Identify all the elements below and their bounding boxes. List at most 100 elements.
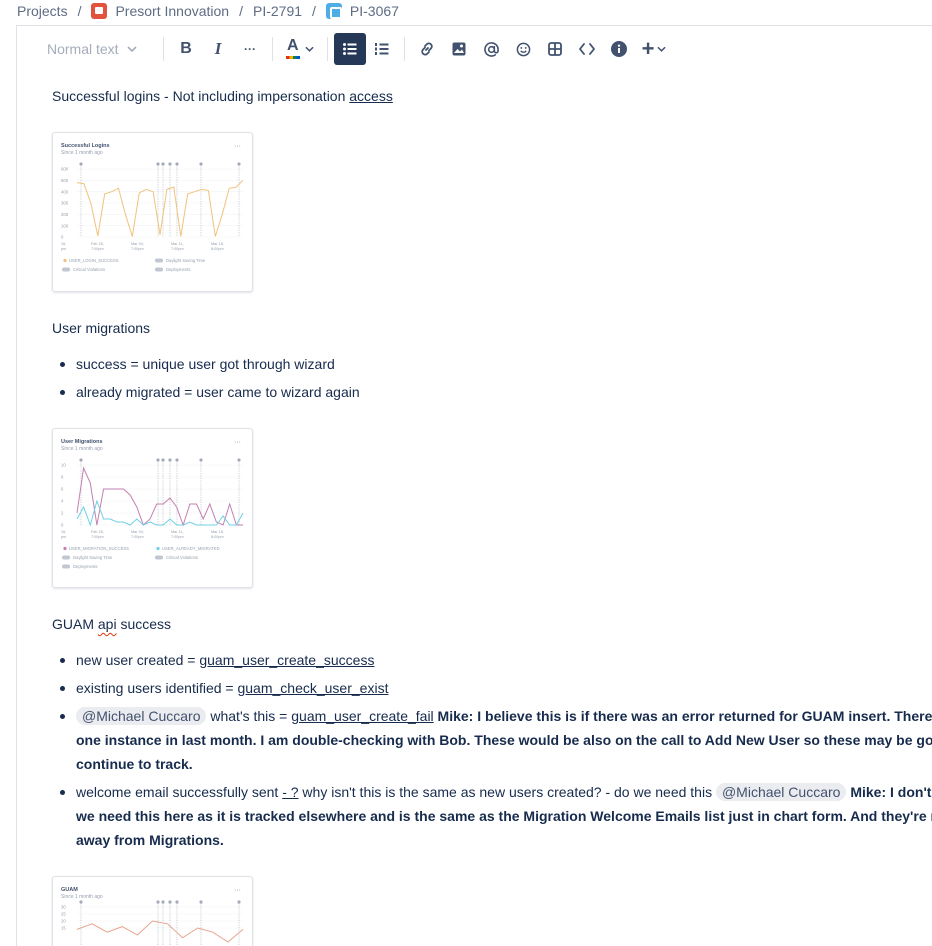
text-style-dropdown[interactable]: Normal text: [37, 33, 157, 65]
more-formatting-button[interactable]: ···: [234, 33, 266, 65]
successful-logins-chart[interactable]: Successful Logins Since 1 month ago ··· 600…: [52, 132, 253, 292]
event-marker-dot: [156, 162, 160, 166]
y-tick-label: 10: [61, 463, 66, 468]
event-name: guam_user_create_fail: [291, 708, 434, 724]
list-item: success = unique user got through wizard: [60, 352, 360, 376]
series-line: [76, 179, 244, 237]
user-migrations-heading: User migrations: [52, 320, 151, 336]
event-marker-dot: [79, 900, 83, 904]
x-tick-label: 7:00pm: [91, 535, 104, 539]
image-button[interactable]: [443, 33, 475, 65]
chart-subtitle: Since 1 month ago: [61, 446, 103, 452]
user-mention[interactable]: @Michael Cuccaro: [76, 707, 207, 725]
heading-text: api: [97, 616, 117, 632]
heading-text: success: [116, 616, 172, 632]
list-item: new user created = guam_user_create_succ…: [59, 648, 932, 672]
user-migrations-chart[interactable]: User Migrations Since 1 month ago ··· 10 8 6 4…: [52, 428, 253, 588]
breadcrumb-projects[interactable]: Projects: [17, 3, 68, 19]
event-name: guam_check_user_exist: [237, 680, 389, 696]
breadcrumb-pi-3067[interactable]: PI-3067: [325, 3, 399, 19]
toolbar-divider: [327, 37, 328, 61]
list-text: existing users identified =: [76, 680, 238, 696]
chevron-down-icon: [127, 44, 137, 55]
access-link[interactable]: access: [349, 88, 393, 104]
event-marker-dot: [175, 900, 179, 904]
text-color-button[interactable]: A: [279, 33, 321, 65]
x-tick-label: pm: [61, 535, 66, 539]
y-tick-label: 600: [61, 167, 69, 172]
chart-title: GUAM: [61, 887, 78, 893]
italic-button[interactable]: I: [202, 33, 234, 65]
list-text: what's this =: [206, 708, 292, 724]
y-tick-label: 8: [61, 475, 64, 480]
y-tick-label: 20: [61, 919, 66, 924]
bullet-list-icon: [343, 43, 357, 55]
event-marker-dot: [175, 162, 179, 166]
bullet-list-button[interactable]: [334, 33, 366, 65]
event-marker-dot: [79, 458, 83, 462]
toolbar-divider: [163, 37, 164, 61]
event-marker-dot: [237, 458, 241, 462]
event-marker-dot: [175, 458, 179, 462]
legend-label: Deployments: [73, 564, 97, 569]
chart-menu-icon: ···: [234, 439, 241, 446]
text-style-label: Normal text: [47, 41, 119, 57]
breadcrumb-label: PI-3067: [349, 3, 399, 19]
y-tick-label: 500: [61, 178, 69, 183]
breadcrumb-presort-innovation[interactable]: Presort Innovation: [91, 3, 229, 19]
emoji-button[interactable]: [507, 33, 539, 65]
y-tick-label: 0: [61, 523, 64, 528]
info-panel-button[interactable]: [603, 33, 635, 65]
breadcrumb-pi-2791[interactable]: PI-2791: [253, 3, 302, 19]
table-icon: [548, 42, 562, 56]
text-color-icon: A: [286, 37, 300, 59]
y-tick-label: 30: [61, 905, 66, 910]
breadcrumb: Projects / Presort Innovation / PI-2791 …: [0, 0, 932, 22]
guam-api-heading: GUAM api success: [52, 612, 171, 636]
successful-logins-chart-svg: Successful LoginsSince 1 month ago ··· 600…: [61, 143, 244, 272]
event-marker-dot: [156, 458, 160, 462]
link-icon: [421, 42, 433, 56]
breadcrumb-label: Presort Innovation: [115, 3, 230, 19]
guam-bullet-list: new user created = guam_user_create_succ…: [59, 648, 932, 852]
emoji-icon: [516, 42, 530, 56]
y-tick-label: 300: [61, 201, 69, 206]
bold-button[interactable]: B: [170, 33, 202, 65]
code-button[interactable]: [571, 33, 603, 65]
mention-button[interactable]: [475, 33, 507, 65]
table-button[interactable]: [539, 33, 571, 65]
legend-swatch: [63, 546, 67, 551]
guam-chart[interactable]: GUAM Since 1 month ago ··· 30 25 20 15: [52, 876, 253, 946]
numbered-list-button[interactable]: [366, 33, 398, 65]
x-tick-label: 16,: [61, 242, 66, 246]
migration-bullet-list: success = unique user got through wizard…: [60, 352, 360, 404]
chart-menu-icon: ···: [234, 143, 241, 150]
inline-link[interactable]: - ?: [282, 784, 298, 800]
event-marker-dot: [168, 458, 172, 462]
legend-label: Daylight Saving Time: [166, 258, 206, 263]
x-tick-label: Feb 25,: [91, 530, 104, 534]
event-marker-dot: [237, 162, 241, 166]
y-tick-label: 200: [61, 212, 69, 217]
heading-text: GUAM: [52, 616, 98, 632]
x-tick-label: 8:00pm: [211, 247, 224, 251]
chart-menu-icon: ···: [234, 887, 241, 894]
user-mention[interactable]: @Michael Cuccaro: [715, 783, 847, 801]
list-item: already migrated = user came to wizard a…: [60, 380, 360, 404]
event-marker-dot: [79, 162, 83, 166]
list-text: new user created =: [76, 652, 200, 668]
y-tick-label: 6: [61, 487, 64, 492]
x-tick-label: Mar 18,: [211, 242, 224, 246]
text-color-glyph: A: [287, 37, 299, 54]
numbered-list-icon: [375, 43, 389, 55]
x-tick-label: 7:00pm: [171, 535, 184, 539]
breadcrumb-separator: /: [239, 3, 243, 19]
insert-button[interactable]: +: [635, 33, 673, 65]
y-tick-label: 0: [61, 235, 64, 240]
color-bar: [286, 56, 300, 59]
legend-toggle: [155, 267, 163, 272]
toolbar-divider: [404, 37, 405, 61]
event-marker-dot: [168, 162, 172, 166]
link-button[interactable]: [411, 33, 443, 65]
breadcrumb-separator: /: [77, 3, 82, 19]
